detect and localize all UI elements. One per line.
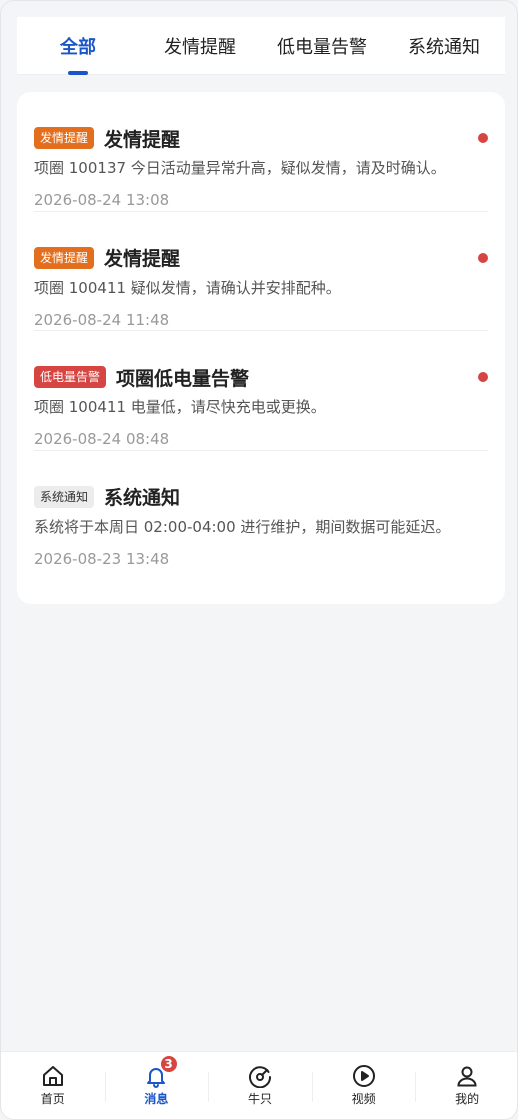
- message-tag: 发情提醒: [34, 127, 95, 149]
- nav-home[interactable]: 首页: [1, 1052, 105, 1119]
- message-item[interactable]: 发情提醒 发情提醒 项圈 100137 今日活动量异常升高，疑似发情，请及时确认…: [34, 92, 488, 212]
- unread-dot: [478, 133, 488, 143]
- bottom-nav: 首页 3 消息 牛只 视频 我的: [1, 1051, 517, 1119]
- message-title: 项圈低电量告警: [116, 367, 250, 390]
- nav-cattle[interactable]: 牛只: [208, 1052, 312, 1119]
- message-list: 发情提醒 发情提醒 项圈 100137 今日活动量异常升高，疑似发情，请及时确认…: [17, 92, 505, 604]
- tab-label: 发情提醒: [164, 37, 236, 58]
- message-body: 项圈 100411 疑似发情，请确认并安排配种。: [34, 278, 341, 297]
- tab-estrus[interactable]: 发情提醒: [139, 17, 261, 75]
- nav-messages[interactable]: 3 消息: [104, 1052, 209, 1119]
- message-body: 项圈 100137 今日活动量异常升高，疑似发情，请及时确认。: [34, 159, 446, 177]
- gauge-icon: [248, 1066, 271, 1088]
- message-title: 发情提醒: [104, 128, 181, 151]
- nav-profile[interactable]: 我的: [415, 1052, 517, 1119]
- unread-dot: [478, 252, 488, 263]
- tab-system[interactable]: 系统通知: [383, 17, 505, 75]
- unread-dot: [478, 372, 488, 382]
- message-title: 发情提醒: [104, 248, 181, 270]
- message-body: 系统将于本周日 02:00-04:00 进行维护，期间数据可能延迟。: [34, 517, 451, 536]
- tab-low-battery[interactable]: 低电量告警: [261, 17, 383, 75]
- nav-label: 消息: [144, 1092, 169, 1106]
- message-time: 2026-08-24 11:48: [34, 310, 170, 329]
- message-body: 项圈 100411 电量低，请尽快充电或更换。: [34, 398, 326, 416]
- play-icon: [352, 1065, 375, 1087]
- nav-label: 首页: [40, 1092, 65, 1106]
- unread-count-badge: 3: [158, 1054, 179, 1074]
- message-time: 2026-08-24 08:48: [34, 430, 170, 448]
- nav-label: 视频: [351, 1092, 376, 1106]
- nav-label: 我的: [455, 1092, 480, 1106]
- nav-video[interactable]: 视频: [311, 1052, 416, 1119]
- message-tag: 低电量告警: [34, 366, 107, 388]
- message-item[interactable]: 发情提醒 发情提醒 项圈 100411 疑似发情，请确认并安排配种。 2026-…: [34, 212, 488, 331]
- message-time: 2026-08-23 13:48: [34, 549, 170, 568]
- tab-label: 全部: [60, 37, 96, 58]
- message-item[interactable]: 低电量告警 项圈低电量告警 项圈 100411 电量低，请尽快充电或更换。 20…: [34, 331, 488, 451]
- user-icon: [457, 1066, 477, 1087]
- message-time: 2026-08-24 13:08: [34, 191, 170, 209]
- message-item[interactable]: 系统通知 系统通知 系统将于本周日 02:00-04:00 进行维护，期间数据可…: [34, 451, 488, 571]
- tab-all[interactable]: 全部: [17, 17, 139, 75]
- filter-tabs: 全部 发情提醒 低电量告警 系统通知: [17, 17, 505, 75]
- tab-label: 低电量告警: [277, 37, 367, 58]
- message-tag: 系统通知: [34, 485, 95, 508]
- message-title: 系统通知: [104, 487, 181, 509]
- message-tag: 发情提醒: [34, 246, 95, 269]
- active-tab-indicator: [68, 71, 88, 75]
- home-icon: [42, 1066, 63, 1086]
- nav-label: 牛只: [247, 1092, 272, 1106]
- app-frame: 全部 发情提醒 低电量告警 系统通知 发情提醒 发情提醒 项圈 100137 今…: [0, 0, 518, 1120]
- tab-label: 系统通知: [408, 37, 480, 58]
